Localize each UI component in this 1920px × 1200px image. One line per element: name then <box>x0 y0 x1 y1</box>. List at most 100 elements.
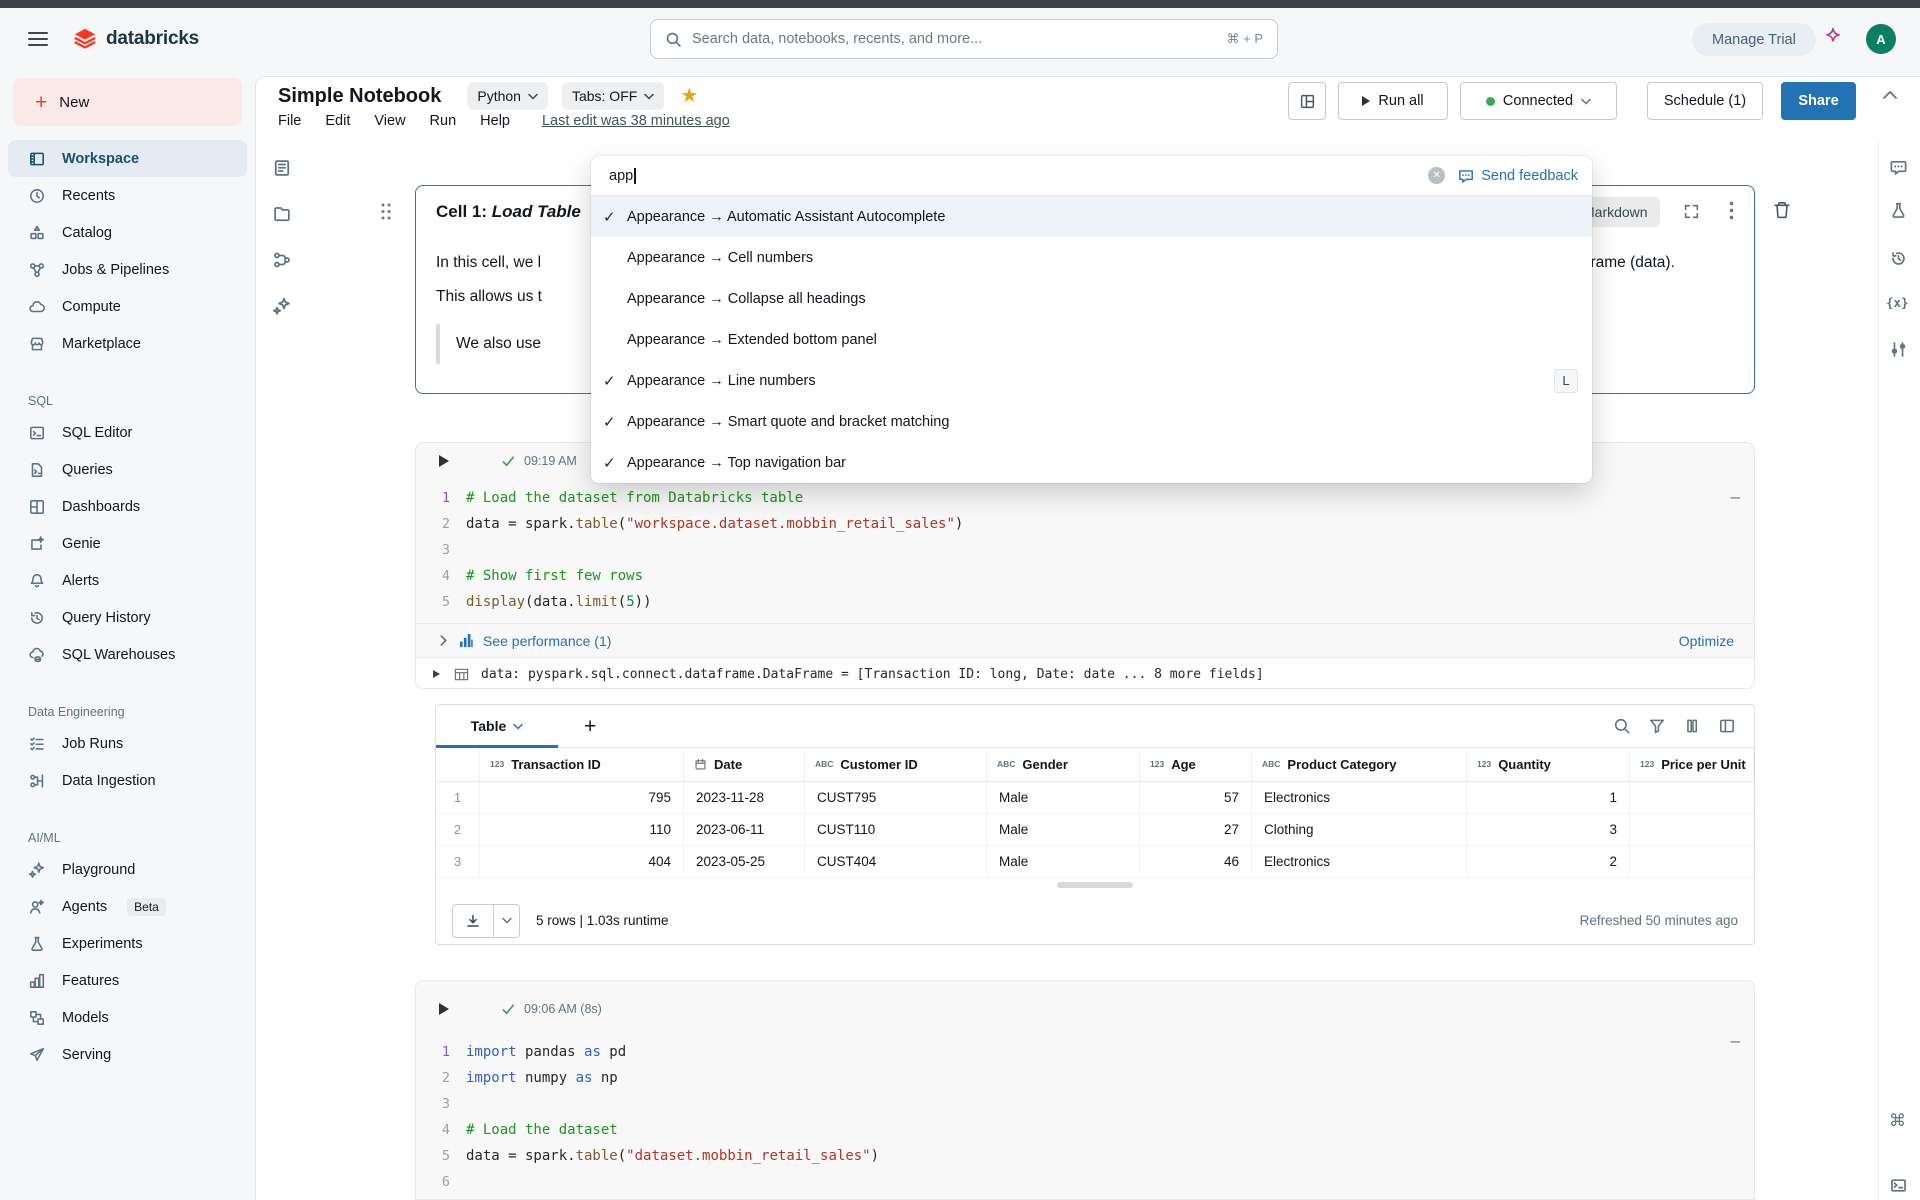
menu-edit[interactable]: Edit <box>325 113 350 129</box>
share-button[interactable]: Share <box>1781 82 1856 120</box>
filter-icon[interactable] <box>1648 717 1666 735</box>
download-button[interactable] <box>453 905 493 937</box>
palette-item[interactable]: Appearance → Cell numbers <box>591 237 1592 278</box>
sidebar-item-dashboards[interactable]: Dashboards <box>8 488 247 525</box>
clear-input-icon[interactable]: ✕ <box>1428 167 1445 184</box>
sidebar-item-alerts[interactable]: Alerts <box>8 562 247 599</box>
lineage-icon[interactable] <box>272 250 292 270</box>
layout-grid-button[interactable] <box>1288 82 1326 120</box>
sidebar-item-recents[interactable]: Recents <box>8 177 247 214</box>
sidebar-item-query-history[interactable]: Query History <box>8 599 247 636</box>
delete-cell-trash-icon[interactable] <box>1772 200 1792 220</box>
send-feedback-link[interactable]: Send feedback <box>1457 167 1578 185</box>
sidebar-item-models[interactable]: Models <box>8 999 247 1036</box>
databricks-logo[interactable]: databricks <box>72 26 199 52</box>
palette-item[interactable]: ✓Appearance → Smart quote and bracket ma… <box>591 401 1592 442</box>
sidebar-item-marketplace[interactable]: Marketplace <box>8 325 247 362</box>
column-header-date[interactable]: Date <box>684 748 805 781</box>
global-search-input[interactable]: Search data, notebooks, recents, and mor… <box>650 19 1278 59</box>
tabs-toggle[interactable]: Tabs: OFF <box>562 82 664 110</box>
palette-item-label: Appearance → Cell numbers <box>627 250 813 266</box>
cluster-connect-dropdown[interactable]: Connected <box>1460 82 1617 120</box>
column-header-product-category[interactable]: ABCProduct Category <box>1252 748 1467 781</box>
sidebar-item-jobs-pipelines[interactable]: Jobs & Pipelines <box>8 251 247 288</box>
menu-help[interactable]: Help <box>480 113 510 129</box>
run-cell-icon[interactable] <box>439 1003 449 1015</box>
favorite-star-icon[interactable]: ★ <box>680 86 698 106</box>
user-avatar[interactable]: A <box>1866 24 1896 54</box>
column-header-customer-id[interactable]: ABCCustomer ID <box>805 748 987 781</box>
profile-icon[interactable] <box>1683 717 1701 735</box>
column-header-age[interactable]: 123Age <box>1140 748 1252 781</box>
sidebar-item-playground[interactable]: Playground <box>8 851 247 888</box>
see-performance-link[interactable]: See performance (1) <box>483 633 611 649</box>
column-header-quantity[interactable]: 123Quantity <box>1467 748 1630 781</box>
folder-icon[interactable] <box>272 204 292 224</box>
code-editor[interactable]: 1import pandas as pd2import numpy as np3… <box>416 1039 1754 1200</box>
chevron-right-icon[interactable] <box>438 635 449 646</box>
command-palette-icon[interactable]: ⌘ <box>1889 1111 1906 1131</box>
version-history-icon[interactable] <box>1889 249 1908 268</box>
palette-item[interactable]: ✓Appearance → Automatic Assistant Autoco… <box>591 196 1592 237</box>
sidebar-item-agents[interactable]: AgentsBeta <box>8 888 247 925</box>
sidebar-item-experiments[interactable]: Experiments <box>8 925 247 962</box>
run-all-button[interactable]: Run all <box>1338 82 1448 120</box>
table-of-contents-icon[interactable] <box>272 158 292 178</box>
experiments-icon[interactable] <box>1889 201 1908 220</box>
table-header-row: 123Transaction IDDateABCCustomer IDABCGe… <box>436 748 1754 782</box>
column-header-price-per-unit[interactable]: 123Price per Unit <box>1630 748 1754 781</box>
layout-icon[interactable] <box>1718 717 1736 735</box>
sidebar-item-sql-editor[interactable]: SQL Editor <box>8 414 247 451</box>
new-button[interactable]: + New <box>13 78 242 126</box>
palette-item[interactable]: Appearance → Extended bottom panel <box>591 319 1592 360</box>
last-edit-link[interactable]: Last edit was 38 minutes ago <box>542 113 730 129</box>
sidebar-item-compute[interactable]: Compute <box>8 288 247 325</box>
cell-menu-kebab-icon[interactable] <box>1729 201 1734 220</box>
environment-icon[interactable] <box>1889 340 1908 359</box>
assistant-icon[interactable] <box>272 296 292 316</box>
sidebar-item-catalog[interactable]: Catalog <box>8 214 247 251</box>
code-cell-2[interactable]: 09:06 AM (8s) – 1import pandas as pd2imp… <box>415 980 1755 1200</box>
table-tab[interactable]: Table <box>436 718 558 734</box>
column-header-transaction-id[interactable]: 123Transaction ID <box>480 748 684 781</box>
sidebar-item-job-runs[interactable]: Job Runs <box>8 725 247 762</box>
sidebar-item-genie[interactable]: Genie <box>8 525 247 562</box>
hamburger-menu-icon[interactable] <box>28 32 48 46</box>
variables-icon[interactable]: {x} <box>1886 295 1909 310</box>
column-header-label: Age <box>1171 757 1196 772</box>
horizontal-scrollbar[interactable] <box>1057 882 1133 888</box>
drag-handle-icon[interactable] <box>380 202 392 221</box>
menu-run[interactable]: Run <box>430 113 457 129</box>
palette-item[interactable]: ✓Appearance → Top navigation bar <box>591 442 1592 483</box>
sidebar-item-features[interactable]: Features <box>8 962 247 999</box>
add-visualization-button[interactable]: + <box>584 716 596 737</box>
run-cell-icon[interactable] <box>439 455 449 467</box>
download-options-caret[interactable] <box>493 905 519 937</box>
sidebar-item-data-ingestion[interactable]: Data Ingestion <box>8 762 247 799</box>
search-icon[interactable] <box>1613 717 1631 735</box>
palette-item[interactable]: Appearance → Collapse all headings <box>591 278 1592 319</box>
sidebar-item-sql-warehouses[interactable]: SQL Warehouses <box>8 636 247 673</box>
optimize-link[interactable]: Optimize <box>1679 633 1734 649</box>
menu-view[interactable]: View <box>374 113 405 129</box>
collapse-cell-dash[interactable]: – <box>1731 1031 1740 1051</box>
comments-icon[interactable] <box>1889 158 1908 177</box>
menu-file[interactable]: File <box>278 113 301 129</box>
expand-cell-icon[interactable] <box>1683 203 1700 220</box>
schedule-button[interactable]: Schedule (1) <box>1647 82 1763 120</box>
collapse-header-chevron[interactable] <box>1882 90 1898 100</box>
code-editor[interactable]: 1# Load the dataset from Databricks tabl… <box>416 485 1754 623</box>
expand-output-icon[interactable] <box>433 670 440 678</box>
palette-item[interactable]: ✓Appearance → Line numbersL <box>591 360 1592 401</box>
terminal-icon[interactable] <box>1889 1176 1908 1195</box>
sidebar-item-workspace[interactable]: Workspace <box>8 140 247 177</box>
collapse-cell-dash[interactable]: – <box>1731 487 1740 507</box>
command-palette-input[interactable]: app ✕ Send feedback <box>591 156 1592 196</box>
language-selector[interactable]: Python <box>467 82 548 110</box>
assistant-sparkle-icon[interactable] <box>1822 26 1844 48</box>
sidebar-item-serving[interactable]: Serving <box>8 1036 247 1073</box>
numeric-type-icon: 123 <box>1640 760 1654 769</box>
column-header-gender[interactable]: ABCGender <box>987 748 1140 781</box>
manage-trial-button[interactable]: Manage Trial <box>1692 23 1816 56</box>
sidebar-item-queries[interactable]: Queries <box>8 451 247 488</box>
